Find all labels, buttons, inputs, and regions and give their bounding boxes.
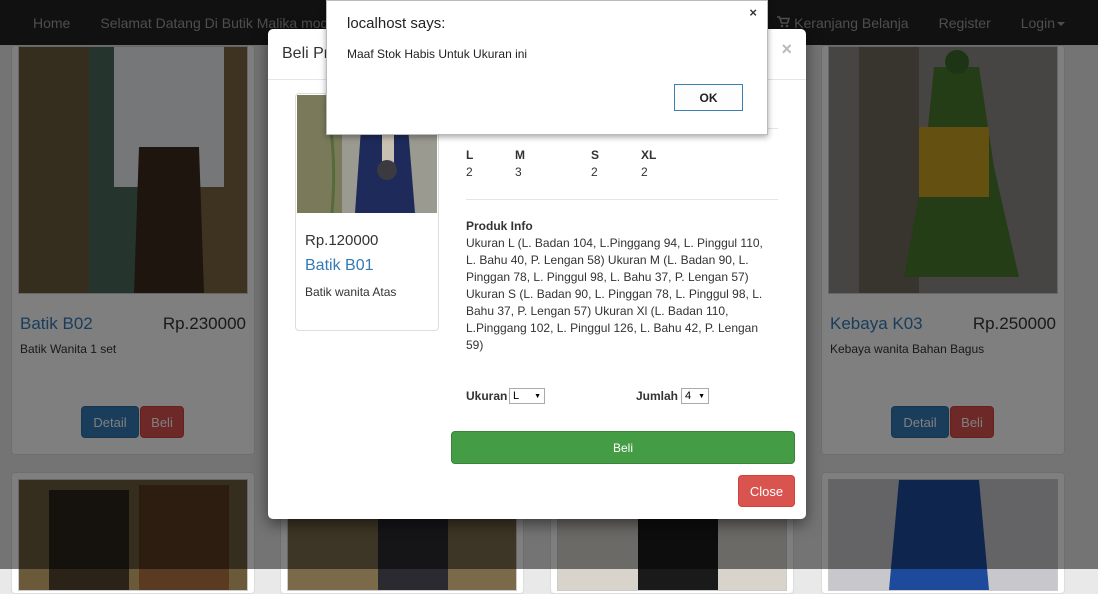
stock-qty: 2 (591, 165, 598, 179)
buy-submit-button[interactable]: Beli (451, 431, 795, 464)
stock-size: L (466, 148, 474, 162)
quantity-select-value: 4 (685, 390, 692, 402)
stock-column: L 2 (466, 148, 473, 179)
quantity-label: Jumlah (636, 389, 679, 403)
product-price: Rp.120000 (305, 232, 379, 249)
product-info-title: Produk Info (466, 219, 533, 233)
stock-column: XL 2 (641, 148, 656, 179)
stock-qty: 2 (466, 165, 473, 179)
chevron-down-icon: ▼ (698, 392, 705, 400)
stock-column: S 2 (591, 148, 599, 179)
chevron-down-icon: ▼ (534, 392, 541, 400)
product-description: Batik wanita Atas (305, 285, 397, 299)
divider (466, 199, 778, 200)
size-select[interactable]: L ▼ (509, 388, 545, 404)
product-name[interactable]: Batik B01 (305, 257, 373, 275)
product-info-text: Ukuran L (L. Badan 104, L.Pinggang 94, L… (466, 236, 763, 352)
modal-title: Beli Pr (282, 45, 330, 62)
quantity-select[interactable]: 4 ▼ (681, 388, 709, 404)
stock-qty: 2 (641, 165, 648, 179)
size-select-value: L (513, 390, 520, 402)
close-button[interactable]: Close (738, 475, 795, 507)
stock-qty: 3 (515, 165, 522, 179)
ok-button[interactable]: OK (674, 84, 743, 111)
alert-title: localhost says: (347, 15, 446, 32)
stock-size: M (515, 148, 525, 162)
close-icon[interactable]: × (749, 5, 757, 20)
close-icon[interactable]: × (781, 39, 792, 60)
stock-size: S (591, 148, 600, 162)
alert-message: Maaf Stok Habis Untuk Ukuran ini (347, 47, 528, 61)
stock-column: M 3 (515, 148, 525, 179)
alert-dialog: localhost says: × Maaf Stok Habis Untuk … (326, 0, 768, 135)
stock-size: XL (641, 148, 657, 162)
size-label: Ukuran (466, 389, 508, 403)
